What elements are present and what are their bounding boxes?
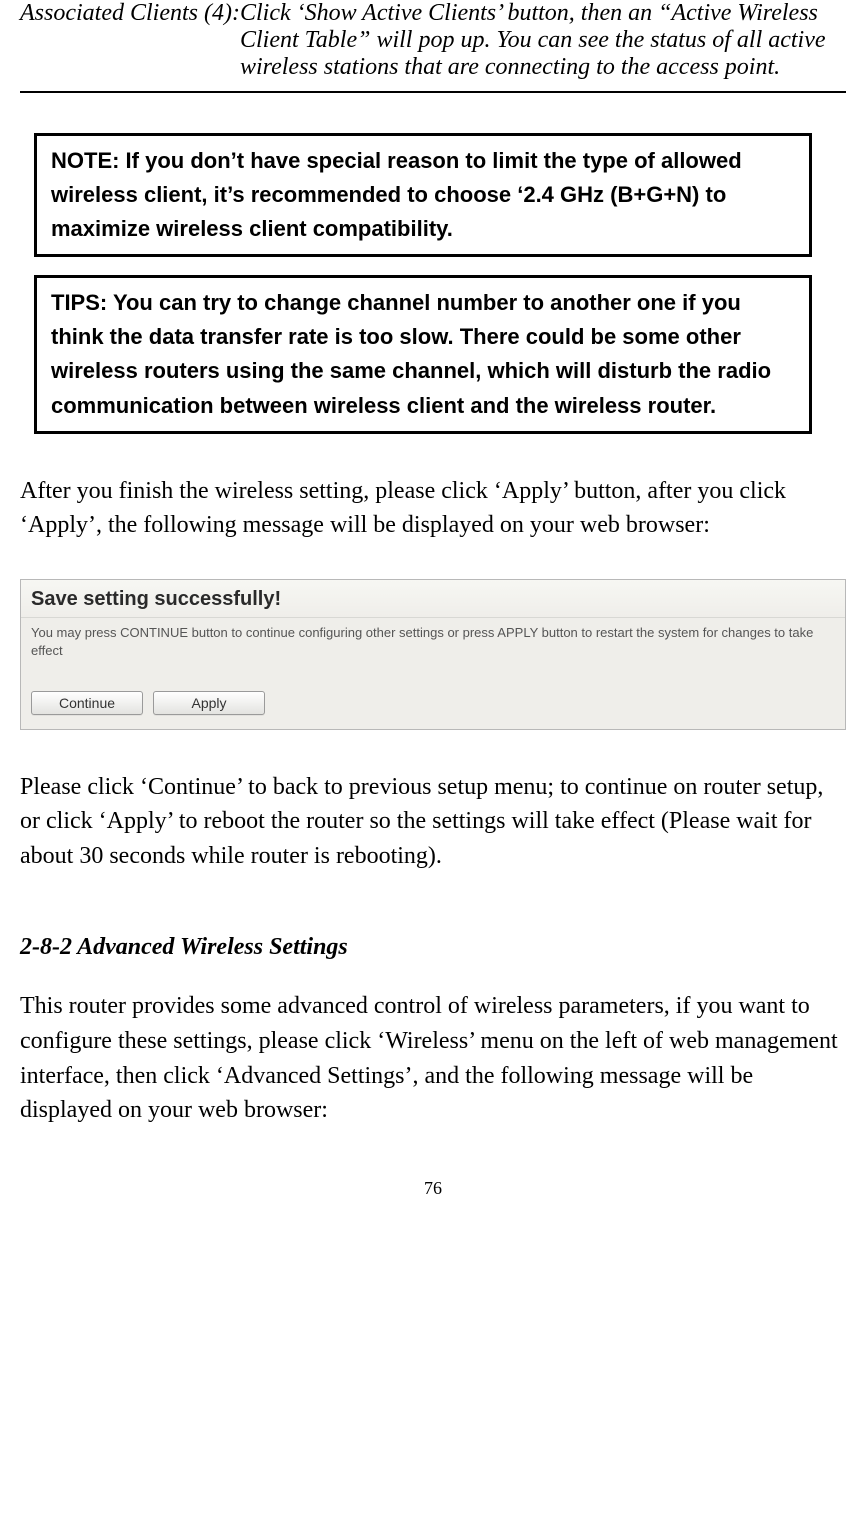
apply-button[interactable]: Apply xyxy=(153,691,265,715)
after-apply-paragraph: After you finish the wireless setting, p… xyxy=(20,474,846,544)
note-box: NOTE: If you don’t have special reason t… xyxy=(34,133,812,257)
save-success-button-row: Continue Apply xyxy=(21,691,845,729)
page-number: 76 xyxy=(20,1178,846,1199)
advanced-intro-paragraph: This router provides some advanced contr… xyxy=(20,989,846,1128)
associated-clients-body: Click ‘Show Active Clients’ button, then… xyxy=(240,0,846,81)
advanced-wireless-heading: 2-8-2 Advanced Wireless Settings xyxy=(20,934,846,961)
continue-button[interactable]: Continue xyxy=(31,691,143,715)
continue-apply-paragraph: Please click ‘Continue’ to back to previ… xyxy=(20,770,846,874)
associated-clients-block: Associated Clients (4): Click ‘Show Acti… xyxy=(20,0,846,81)
section-divider xyxy=(20,91,846,93)
associated-clients-label: Associated Clients (4): xyxy=(20,0,240,81)
save-success-title: Save setting successfully! xyxy=(21,580,845,618)
tips-box: TIPS: You can try to change channel numb… xyxy=(34,275,812,433)
save-success-description: You may press CONTINUE button to continu… xyxy=(21,618,845,690)
save-success-panel: Save setting successfully! You may press… xyxy=(20,579,846,729)
